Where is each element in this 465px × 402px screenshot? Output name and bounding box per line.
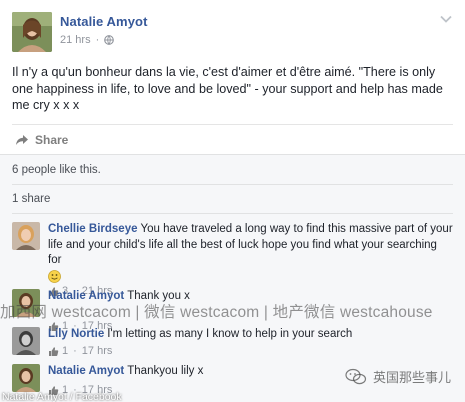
commenter-name[interactable]: Lily Nortie [48, 328, 104, 340]
share-button[interactable]: Share [15, 133, 68, 147]
commenter-avatar[interactable] [12, 327, 40, 355]
commenter-avatar[interactable] [12, 364, 40, 392]
globe-icon [104, 35, 115, 45]
comment-time[interactable]: 17 hrs [82, 344, 113, 360]
comment-text: I'm letting as many I know to help in yo… [107, 328, 353, 340]
commenter-name[interactable]: Natalie Amyot [48, 365, 124, 377]
divider [12, 184, 453, 185]
post-text: Il n'y a qu'un bonheur dans la vie, c'es… [12, 65, 443, 112]
post-action-bar: Share [12, 124, 453, 152]
wechat-watermark: 英国那些事儿 [345, 367, 451, 386]
share-arrow-icon [16, 134, 28, 145]
photo-credit: Natalie Amyot / Facebook [2, 391, 122, 402]
comment-item: Lily Nortie I'm letting as many I know to… [12, 327, 453, 359]
post-meta: 21 hrs · [60, 34, 148, 46]
smiley-icon [48, 269, 61, 283]
post-header: Natalie Amyot 21 hrs · [12, 12, 148, 52]
comment-meta: 1 · 17 hrs [48, 344, 352, 360]
share-button-label: Share [35, 132, 69, 147]
comment-text: Thankyou lily x [127, 365, 204, 377]
watermark-text: 加西网 westcacom | 微信 westcacom | 地产微信 west… [0, 304, 433, 321]
comment-item: Chellie Birdseye You have traveled a long… [12, 222, 453, 299]
facebook-post-card: Natalie Amyot 21 hrs · Il n'y a qu'un bo… [0, 0, 465, 402]
share-count[interactable]: 1 share [12, 193, 50, 205]
commenter-name[interactable]: Chellie Birdseye [48, 223, 137, 235]
chevron-down-icon[interactable] [439, 14, 453, 24]
likes-summary[interactable]: 6 people like this. [12, 164, 101, 176]
comment-like-count: 1 [62, 344, 69, 357]
divider [12, 213, 453, 214]
like-thumb-icon[interactable] [48, 346, 59, 357]
wechat-icon [345, 368, 367, 384]
author-avatar[interactable] [12, 12, 52, 52]
post-time[interactable]: 21 hrs [60, 34, 91, 46]
meta-separator: · [73, 344, 77, 357]
commenter-avatar[interactable] [12, 222, 40, 250]
post-author-name[interactable]: Natalie Amyot [60, 14, 148, 29]
wechat-account-name: 英国那些事儿 [372, 370, 451, 385]
meta-separator: · [95, 34, 100, 46]
